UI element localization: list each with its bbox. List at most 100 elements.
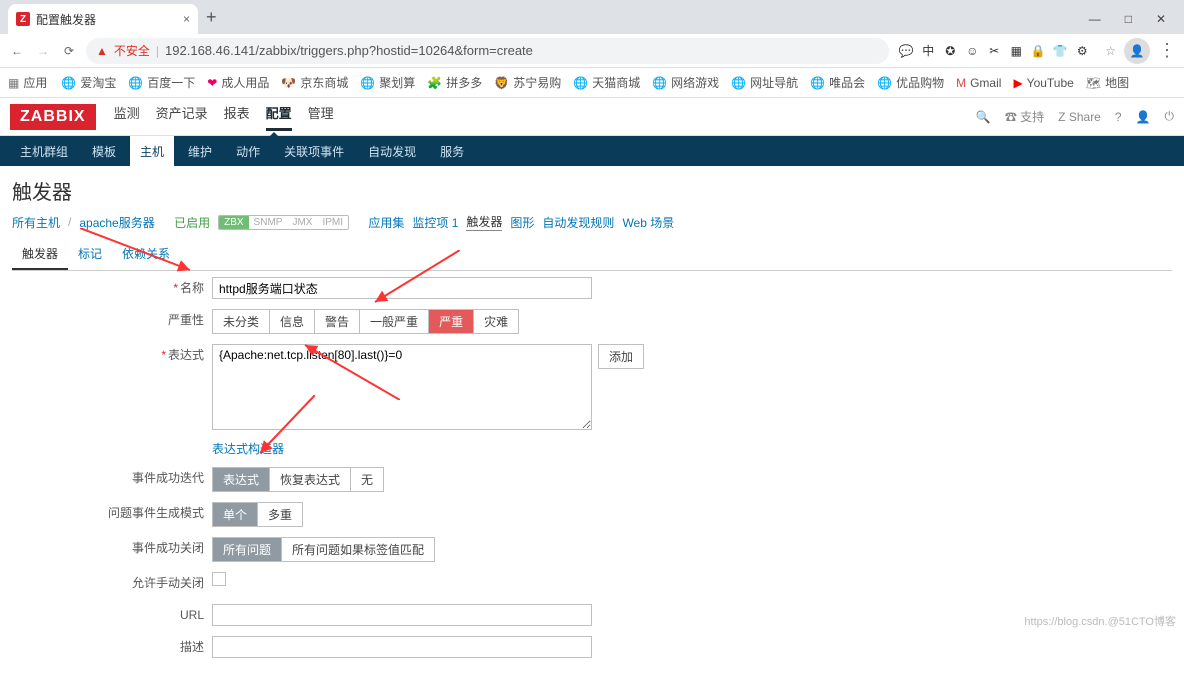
extension-icon[interactable]: ⚙ xyxy=(1073,42,1091,60)
extension-icon[interactable]: ✪ xyxy=(941,42,959,60)
new-tab-button[interactable]: + xyxy=(206,7,217,28)
expression-builder-link[interactable]: 表达式构造器 xyxy=(212,440,284,457)
label-desc: 描述 xyxy=(180,640,204,654)
bookmark-item[interactable]: 🌐聚划算 xyxy=(360,74,415,91)
segment-option[interactable]: 多重 xyxy=(258,502,303,527)
segment-option[interactable]: 一般严重 xyxy=(360,309,429,334)
bookmark-item[interactable]: ❤成人用品 xyxy=(207,74,269,91)
insecure-label: 不安全 xyxy=(114,42,150,59)
sub-nav-item[interactable]: 主机 xyxy=(130,136,174,167)
extension-icon[interactable]: 💬 xyxy=(897,42,915,60)
bookmark-item[interactable]: 🌐网址导航 xyxy=(731,74,798,91)
extension-icon[interactable]: ☺ xyxy=(963,42,981,60)
ok-event-group: 表达式恢复表达式无 xyxy=(212,467,384,492)
segment-option[interactable]: 严重 xyxy=(429,309,474,334)
bookmark-star-icon[interactable]: ☆ xyxy=(1105,44,1116,58)
sub-nav-item[interactable]: 关联项事件 xyxy=(274,136,354,167)
bookmark-item[interactable]: 🌐百度一下 xyxy=(128,74,195,91)
segment-option[interactable]: 信息 xyxy=(270,309,315,334)
segment-option[interactable]: 警告 xyxy=(315,309,360,334)
label-expression: 表达式 xyxy=(168,348,204,362)
manual-close-checkbox[interactable] xyxy=(212,572,226,586)
support-link[interactable]: ☎ 支持 xyxy=(1005,108,1044,125)
user-icon[interactable]: 👤 xyxy=(1136,110,1151,124)
form-tab[interactable]: 触发器 xyxy=(12,239,68,270)
power-icon[interactable]: ⏻ xyxy=(1165,109,1175,124)
crumb-items[interactable]: 监控项 1 xyxy=(412,214,458,231)
maximize-icon[interactable]: □ xyxy=(1125,12,1132,26)
search-icon[interactable]: 🔍 xyxy=(976,110,991,124)
insecure-icon: ▲ xyxy=(96,44,108,58)
sub-nav-item[interactable]: 维护 xyxy=(178,136,222,167)
main-nav-item[interactable]: 配置 xyxy=(266,103,292,131)
tab-close-icon[interactable]: × xyxy=(183,12,190,26)
desc-input[interactable] xyxy=(212,636,592,658)
zabbix-logo[interactable]: ZABBIX xyxy=(10,104,96,130)
segment-option[interactable]: 所有问题 xyxy=(212,537,282,562)
bookmark-item[interactable]: 🗺地图 xyxy=(1086,74,1129,91)
label-name: 名称 xyxy=(180,281,204,295)
tab-title: 配置触发器 xyxy=(36,11,96,28)
bookmark-item[interactable]: MGmail xyxy=(956,74,1001,91)
reload-icon[interactable]: ⟳ xyxy=(60,44,78,58)
browser-tab[interactable]: Z 配置触发器 × xyxy=(8,4,198,34)
sub-nav-item[interactable]: 主机群组 xyxy=(10,136,78,167)
main-nav-item[interactable]: 报表 xyxy=(224,103,250,131)
back-icon[interactable]: ← xyxy=(8,44,26,58)
bookmark-item[interactable]: 🦁苏宁易购 xyxy=(494,74,561,91)
main-nav-item[interactable]: 资产记录 xyxy=(156,103,208,131)
profile-avatar[interactable]: 👤 xyxy=(1124,38,1150,64)
segment-option[interactable]: 灾难 xyxy=(474,309,519,334)
expression-input[interactable]: {Apache:net.tcp.listen[80].last()}=0 xyxy=(212,344,592,430)
crumb-triggers[interactable]: 触发器 xyxy=(466,213,502,231)
extension-icon[interactable]: 👕 xyxy=(1051,42,1069,60)
url-text: 192.168.46.141/zabbix/triggers.php?hosti… xyxy=(165,43,533,58)
form-tabs: 触发器标记依赖关系 xyxy=(12,239,1172,271)
bookmarks-bar: ▦应用 🌐爱淘宝 🌐百度一下 ❤成人用品 🐶京东商城 🌐聚划算 🧩拼多多 🦁苏宁易购 🌐天猫商… xyxy=(0,68,1184,98)
crumb-graphs[interactable]: 图形 xyxy=(510,214,534,231)
crumb-all-hosts[interactable]: 所有主机 xyxy=(12,214,60,231)
bookmark-item[interactable]: 🌐网络游戏 xyxy=(652,74,719,91)
crumb-apps[interactable]: 应用集 xyxy=(368,214,404,231)
sub-nav-item[interactable]: 动作 xyxy=(226,136,270,167)
help-icon[interactable]: ? xyxy=(1115,110,1122,124)
add-expression-button[interactable]: 添加 xyxy=(598,344,644,369)
sub-nav-item[interactable]: 模板 xyxy=(82,136,126,167)
close-window-icon[interactable]: ✕ xyxy=(1156,12,1166,26)
url-box[interactable]: ▲ 不安全 | 192.168.46.141/zabbix/triggers.p… xyxy=(86,38,889,64)
bookmark-item[interactable]: 🌐天猫商城 xyxy=(573,74,640,91)
name-input[interactable] xyxy=(212,277,592,299)
segment-option[interactable]: 未分类 xyxy=(212,309,270,334)
bookmark-item[interactable]: ▶YouTube xyxy=(1013,74,1073,91)
bookmark-item[interactable]: 🌐唯品会 xyxy=(810,74,865,91)
extension-icon[interactable]: 🔒 xyxy=(1029,42,1047,60)
bookmark-item[interactable]: 🌐优品购物 xyxy=(877,74,944,91)
main-nav-item[interactable]: 监测 xyxy=(114,103,140,131)
url-input[interactable] xyxy=(212,604,592,626)
share-link[interactable]: Z Share xyxy=(1058,110,1101,124)
form-tab[interactable]: 依赖关系 xyxy=(112,239,180,270)
bookmark-item[interactable]: 🧩拼多多 xyxy=(427,74,482,91)
extension-icon[interactable]: ▦ xyxy=(1007,42,1025,60)
bookmark-item[interactable]: 🐶京东商城 xyxy=(281,74,348,91)
main-nav-item[interactable]: 管理 xyxy=(308,103,334,131)
segment-option[interactable]: 所有问题如果标签值匹配 xyxy=(282,537,435,562)
label-problem-mode: 问题事件生成模式 xyxy=(108,506,204,520)
sub-nav-item[interactable]: 自动发现 xyxy=(358,136,426,167)
extension-icon[interactable]: 中 xyxy=(919,42,937,60)
crumb-discovery[interactable]: 自动发现规则 xyxy=(542,214,614,231)
extension-icon[interactable]: ✂ xyxy=(985,42,1003,60)
crumb-host[interactable]: apache服务器 xyxy=(79,214,154,231)
segment-option[interactable]: 表达式 xyxy=(212,467,270,492)
minimize-icon[interactable]: — xyxy=(1089,12,1101,26)
crumb-web[interactable]: Web 场景 xyxy=(622,214,674,231)
form-tab[interactable]: 标记 xyxy=(68,239,112,270)
segment-option[interactable]: 恢复表达式 xyxy=(270,467,351,492)
segment-option[interactable]: 单个 xyxy=(212,502,258,527)
bookmark-item[interactable]: 🌐爱淘宝 xyxy=(61,74,116,91)
forward-icon[interactable]: → xyxy=(34,44,52,58)
browser-menu-icon[interactable]: ⋮ xyxy=(1158,40,1176,61)
sub-nav-item[interactable]: 服务 xyxy=(430,136,474,167)
segment-option[interactable]: 无 xyxy=(351,467,384,492)
apps-button[interactable]: ▦应用 xyxy=(8,74,47,91)
